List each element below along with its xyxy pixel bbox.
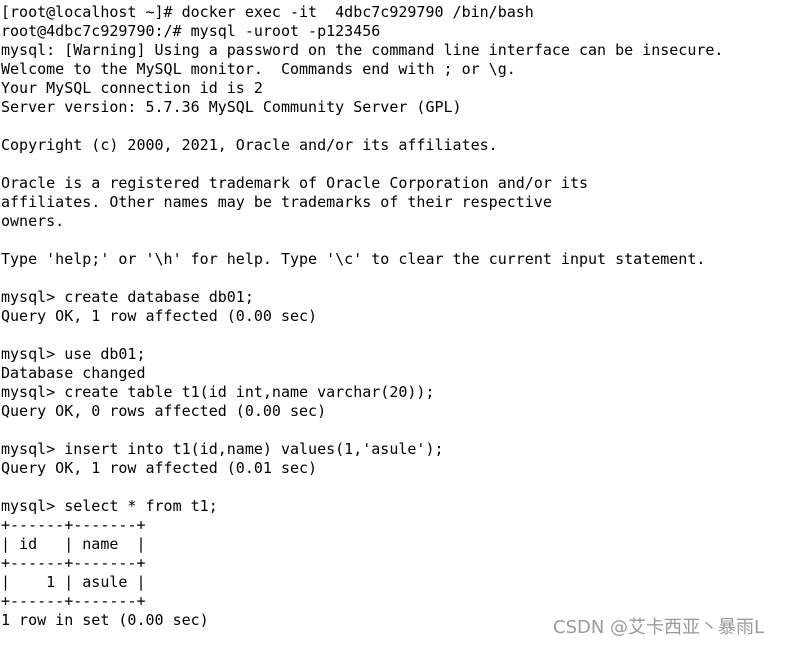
- terminal-line: Type 'help;' or '\h' for help. Type '\c'…: [1, 250, 706, 268]
- terminal-line: mysql> use db01;: [1, 345, 146, 363]
- terminal-line: +------+-------+: [1, 516, 146, 534]
- terminal-line: affiliates. Other names may be trademark…: [1, 193, 552, 211]
- terminal-line: Query OK, 1 row affected (0.00 sec): [1, 307, 318, 325]
- terminal-line: mysql: [Warning] Using a password on the…: [1, 41, 724, 59]
- terminal-output[interactable]: [root@localhost ~]# docker exec -it 4dbc…: [1, 3, 723, 630]
- terminal-line: Database changed: [1, 364, 146, 382]
- terminal-line: Query OK, 0 rows affected (0.00 sec): [1, 402, 327, 420]
- terminal-line: Your MySQL connection id is 2: [1, 79, 263, 97]
- terminal-line: root@4dbc7c929790:/# mysql -uroot -p1234…: [1, 22, 381, 40]
- terminal-line: mysql> select * from t1;: [1, 497, 218, 515]
- terminal-line: +------+-------+: [1, 592, 146, 610]
- terminal-line: Query OK, 1 row affected (0.01 sec): [1, 459, 318, 477]
- terminal-line: [root@localhost ~]# docker exec -it 4dbc…: [1, 3, 534, 21]
- terminal-line: | id | name |: [1, 535, 146, 553]
- terminal-line: mysql> create database db01;: [1, 288, 254, 306]
- terminal-line: +------+-------+: [1, 554, 146, 572]
- terminal-line: Server version: 5.7.36 MySQL Community S…: [1, 98, 462, 116]
- terminal-line: Oracle is a registered trademark of Orac…: [1, 174, 588, 192]
- terminal-line: mysql> insert into t1(id,name) values(1,…: [1, 440, 444, 458]
- terminal-line: Welcome to the MySQL monitor. Commands e…: [1, 60, 516, 78]
- terminal-line: Copyright (c) 2000, 2021, Oracle and/or …: [1, 136, 498, 154]
- terminal-line: | 1 | asule |: [1, 573, 146, 591]
- terminal-line: mysql> create table t1(id int,name varch…: [1, 383, 435, 401]
- watermark: CSDN @艾卡西亚丶暴雨L: [553, 617, 765, 638]
- terminal-line: owners.: [1, 212, 65, 230]
